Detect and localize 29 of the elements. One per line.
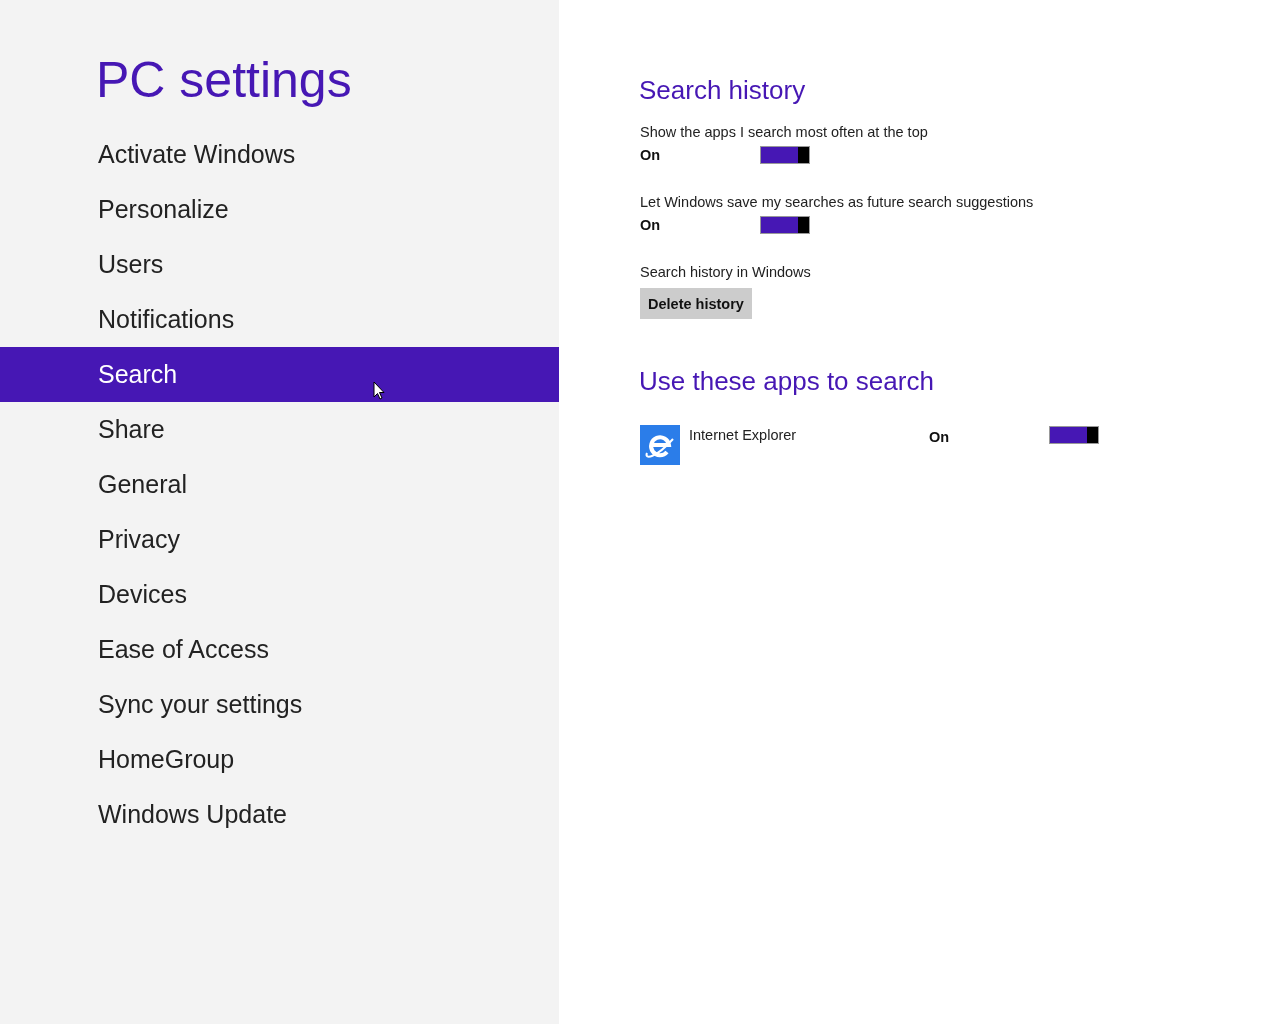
sidebar-item[interactable]: Personalize — [0, 182, 559, 237]
mouse-pointer-icon — [373, 381, 385, 400]
sidebar-item[interactable]: Users — [0, 237, 559, 292]
sidebar-item[interactable]: General — [0, 457, 559, 512]
setting-label: Search history in Windows — [640, 263, 812, 282]
page-title: PC settings — [96, 51, 353, 110]
toggle-state-text: On — [929, 429, 951, 445]
sidebar-item[interactable]: Notifications — [0, 292, 559, 347]
setting-label: Show the apps I search most often at the top — [640, 123, 929, 142]
sidebar-item[interactable]: Share — [0, 402, 559, 457]
toggle-switch[interactable] — [760, 146, 810, 164]
section-heading: Use these apps to search — [639, 365, 935, 398]
sidebar-item[interactable]: Sync your settings — [0, 677, 559, 732]
sidebar-item[interactable]: Activate Windows — [0, 127, 559, 182]
sidebar-item[interactable]: Ease of Access — [0, 622, 559, 677]
sidebar-item[interactable]: Privacy — [0, 512, 559, 567]
app-name: Internet Explorer — [689, 427, 798, 443]
sidebar-item[interactable]: Devices — [0, 567, 559, 622]
toggle-state-text: On — [640, 147, 662, 163]
delete-history-button[interactable]: Delete history — [640, 288, 752, 319]
toggle-state-text: On — [640, 217, 662, 233]
sidebar-item[interactable]: Windows Update — [0, 787, 559, 842]
sidebar-item[interactable]: HomeGroup — [0, 732, 559, 787]
section-heading: Search history — [639, 74, 807, 107]
toggle-switch[interactable] — [760, 216, 810, 234]
toggle-switch[interactable] — [1049, 426, 1099, 444]
browser-e-icon — [640, 425, 680, 465]
sidebar-item[interactable]: Search — [0, 347, 559, 402]
setting-label: Let Windows save my searches as future search suggestions — [640, 193, 1035, 212]
